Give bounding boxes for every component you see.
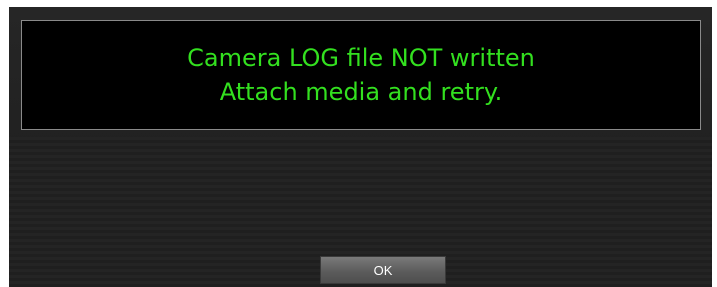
ok-button[interactable]: OK [320,256,446,284]
message-line-2: Attach media and retry. [219,78,503,106]
alert-dialog: Camera LOG file NOT written Attach media… [9,7,712,287]
message-line-1: Camera LOG file NOT written [187,44,535,72]
message-panel: Camera LOG file NOT written Attach media… [21,20,701,130]
